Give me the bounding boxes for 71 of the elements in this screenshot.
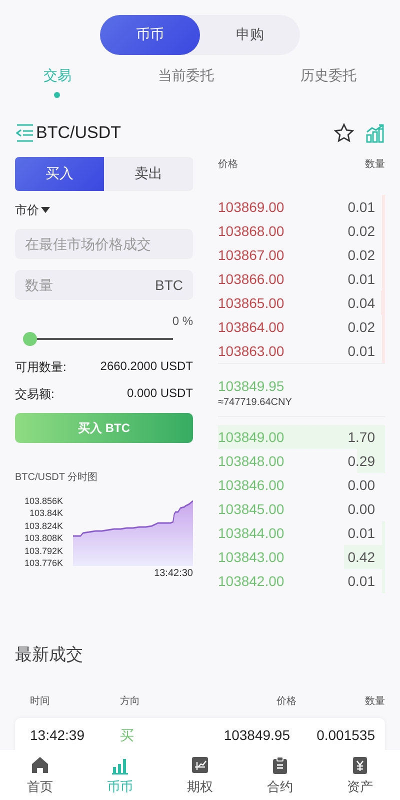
axis-label: 103.856K — [23, 496, 63, 506]
tab[interactable]: 历史委托 — [286, 67, 371, 103]
nav-tab[interactable]: 期权 — [160, 750, 240, 800]
price[interactable]: 103867.00 — [218, 247, 284, 263]
section-title: 最新成交 — [15, 644, 84, 666]
amount: 0.04 — [348, 295, 375, 311]
side-tab[interactable]: 买入 — [15, 157, 104, 191]
price[interactable]: 103869.00 — [218, 199, 284, 215]
amount: 0.01 — [348, 525, 375, 541]
column-header: 价格 — [276, 694, 297, 708]
trade-amount: 0.001535 — [316, 727, 375, 745]
slider-thumb[interactable] — [23, 332, 37, 346]
amount: 0.01 — [348, 199, 375, 215]
axis-label: 103.792K — [23, 546, 63, 556]
axis-label: 103.84K — [28, 508, 63, 518]
nav-tab[interactable]: 首页 — [0, 750, 80, 800]
amount: 1.70 — [348, 429, 375, 445]
price[interactable]: 103866.00 — [218, 271, 284, 287]
time-label: 13:42:30 — [154, 568, 193, 579]
pair-title: BTC/USDT — [36, 123, 122, 143]
axis-label: 103.824K — [23, 520, 63, 531]
amount: 0.00 — [348, 501, 375, 517]
percent-reading: 0 % — [171, 314, 193, 328]
amount: 0.01 — [348, 343, 375, 359]
axis-label: 103.776K — [23, 558, 63, 568]
price[interactable]: 103864.00 — [218, 319, 284, 335]
side-tab[interactable]: 卖出 — [104, 157, 193, 191]
clipboard-icon — [271, 756, 289, 775]
chart-title: BTC/USDT 分时图 — [15, 470, 99, 484]
mode-tab[interactable]: 申购 — [200, 15, 300, 55]
amount: 0.02 — [348, 319, 375, 335]
tab[interactable]: 当前委托 — [144, 67, 228, 103]
nav-tab[interactable]: 合约 — [240, 750, 320, 800]
amount: 0.01 — [348, 271, 375, 287]
amount: 0.00 — [348, 477, 375, 493]
amount: 0.42 — [348, 549, 375, 565]
star-icon[interactable] — [334, 123, 354, 143]
bar-chart-icon — [111, 756, 129, 775]
chart-board-icon — [191, 756, 209, 775]
nav-tab[interactable]: 资产 — [320, 750, 400, 800]
order-type-label[interactable]: 市价 — [15, 202, 39, 218]
mode-tab[interactable]: 币币 — [100, 15, 200, 55]
price[interactable]: 103868.00 — [218, 223, 284, 239]
axis-label: 103.808K — [23, 533, 63, 544]
amount: 0.02 — [348, 247, 375, 263]
price[interactable]: 103865.00 — [218, 295, 284, 311]
column-header: 价格 — [218, 158, 238, 172]
slider-track[interactable] — [23, 332, 173, 346]
stat-label: 可用数量: — [15, 359, 66, 373]
column-header: 方向 — [120, 694, 141, 708]
amount: 0.02 — [348, 223, 375, 239]
unit-label: BTC — [155, 277, 183, 293]
trade-price: 103849.95 — [222, 727, 290, 745]
trade-side: 买 — [120, 727, 135, 745]
column-header: 数量 — [364, 695, 385, 708]
last-price: 103849.95 — [218, 378, 286, 394]
price[interactable]: 103863.00 — [218, 343, 284, 359]
nav-tab[interactable]: 币币 — [80, 750, 160, 800]
column-header: 时间 — [30, 694, 51, 708]
trade-time: 13:42:39 — [30, 727, 86, 745]
amount: 0.01 — [348, 573, 375, 589]
price-field[interactable]: 在最佳市场价格成交 — [15, 229, 193, 259]
stat-label: 交易额: — [15, 386, 54, 400]
wallet-icon — [351, 756, 369, 775]
stat-value: 0.000 USDT — [126, 386, 193, 400]
stat-value: 2660.2000 USDT — [100, 359, 193, 373]
caret-icon[interactable] — [41, 207, 50, 213]
home-icon — [31, 756, 49, 775]
column-header: 数量 — [365, 158, 385, 172]
amount: 0.29 — [348, 453, 375, 469]
cny-price: ≈747719.64CNY — [218, 397, 385, 417]
